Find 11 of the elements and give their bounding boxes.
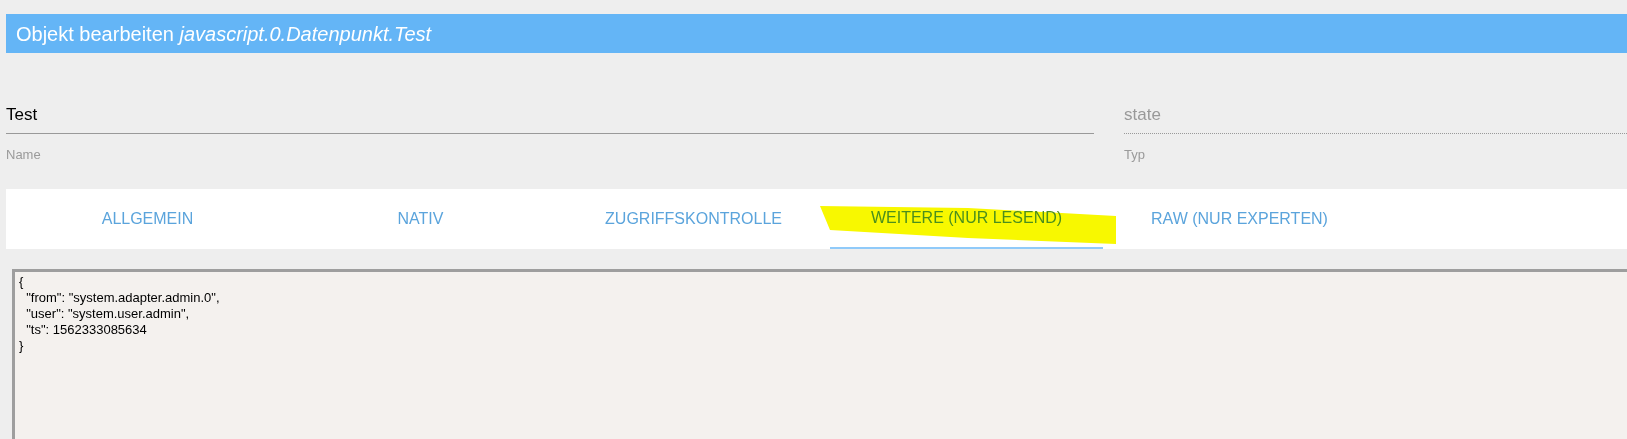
tab[interactable]: RAW (NUR EXPERTEN)	[1131, 189, 1348, 249]
tab[interactable]: ALLGEMEIN	[81, 189, 214, 249]
type-select[interactable]: state	[1124, 97, 1627, 134]
dialog-title: Objekt bearbeiten javascript.0.Datenpunkt.Test	[16, 21, 432, 47]
tab[interactable]: WEITERE (NUR LESEND)	[830, 189, 1103, 249]
name-input[interactable]: Test	[6, 97, 1094, 134]
field-label: Name	[6, 146, 41, 164]
field-label: Typ	[1124, 146, 1145, 164]
json-text-field[interactable]: { "from": "system.adapter.admin.0", "user": "system.user.admin", "ts": 1562333085634 }	[12, 269, 1627, 439]
tab[interactable]: NATIV	[377, 189, 464, 249]
tab[interactable]: ZUGRIFFSKONTROLLE	[585, 189, 802, 249]
